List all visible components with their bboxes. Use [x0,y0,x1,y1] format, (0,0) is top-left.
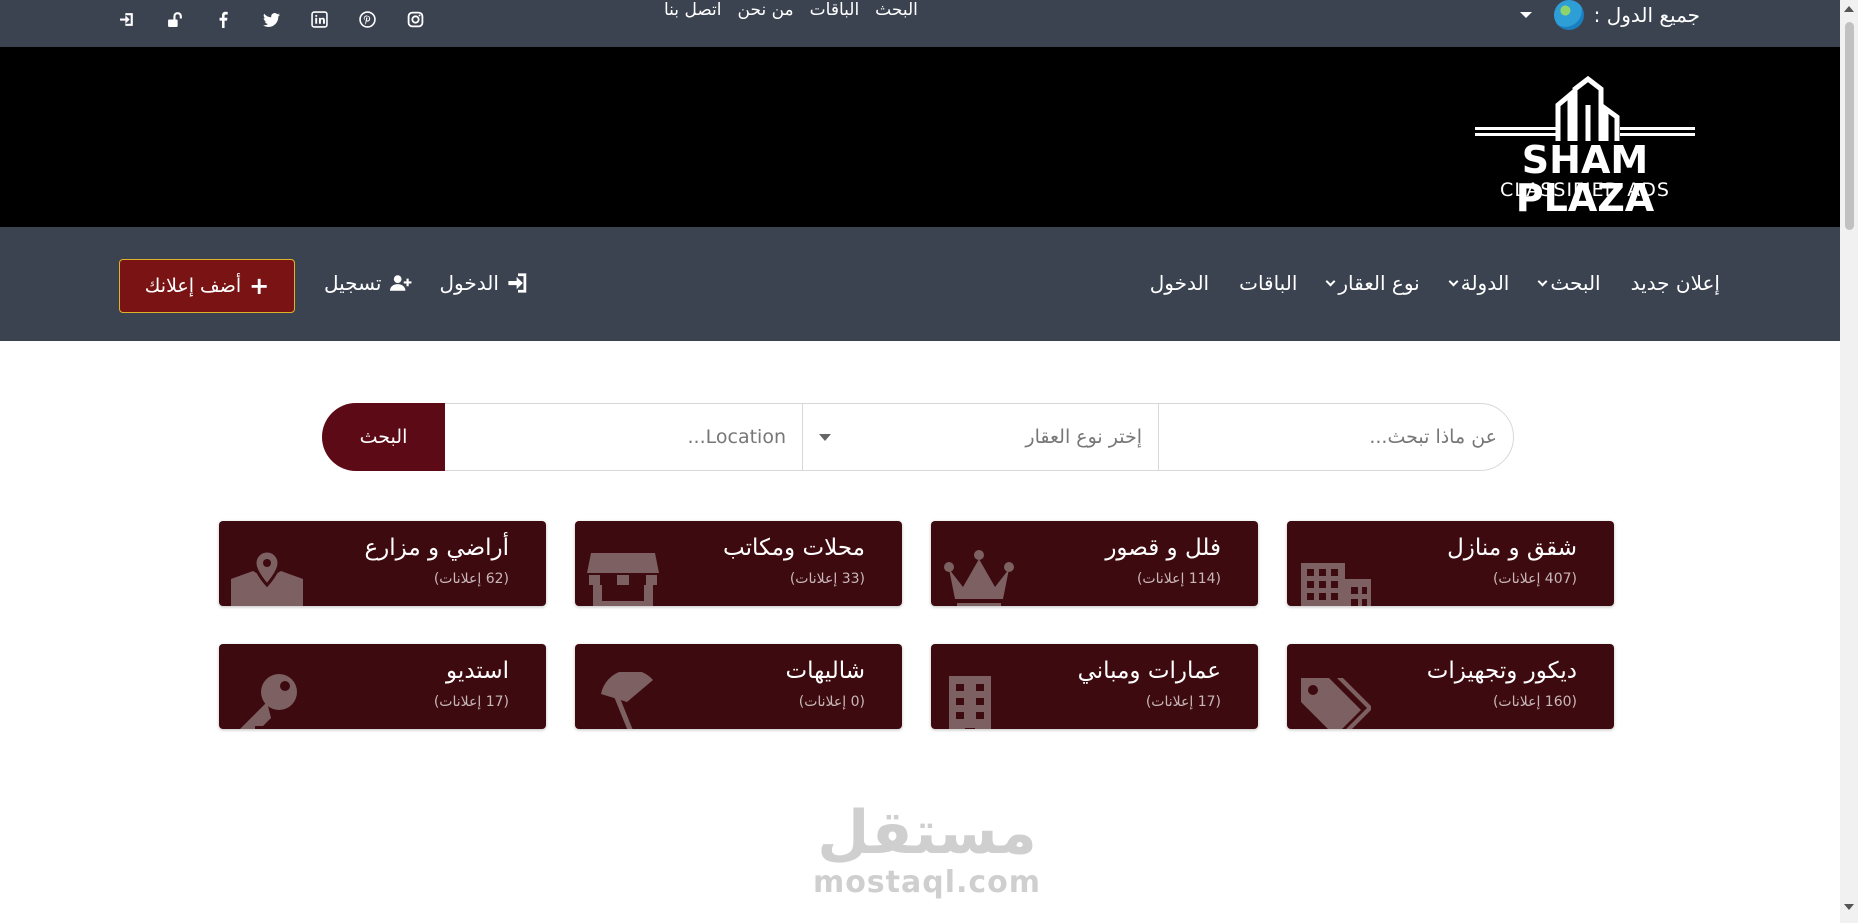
umbrella-beach-icon [587,669,659,729]
chevron-down-icon [819,433,831,441]
nav-item-label: الباقات [1239,271,1298,295]
category-count: (17 إعلانات) [1145,694,1221,710]
store-icon [587,549,659,606]
country-selector[interactable]: جميع الدول : [1519,0,1700,30]
category-card-buildings[interactable]: عمارات ومباني (17 إعلانات) [931,644,1258,729]
login-link[interactable]: الدخول [440,271,529,295]
crown-icon [943,549,1015,606]
office-building-icon [943,672,1015,729]
category-card-decor[interactable]: ديكور وتجهيزات (160 إعلانات) [1287,644,1614,729]
mostaql-watermark: مستقل mostaql.com [812,800,1042,900]
category-count: (62 إعلانات) [433,571,509,587]
category-card-villas[interactable]: فلل و قصور (114 إعلانات) [931,521,1258,606]
user-plus-icon [389,275,411,291]
page-scrollbar[interactable] [1840,0,1858,923]
location-placeholder: Location... [687,426,787,448]
search-bar: عن ماذا تبحث... إختر نوع العقار Location… [322,403,1514,471]
top-link-search[interactable]: البحث [875,0,918,22]
facebook-icon[interactable] [214,10,232,28]
category-card-chalets[interactable]: شاليهات (0 إعلانات) [575,644,902,729]
category-count: (17 إعلانات) [433,694,509,710]
logo-subtitle: CLASSIFIED ADS [1500,179,1670,201]
category-name: أراضي و مزارع [364,535,509,561]
nav-menu: إعلان جديد البحث الدولة نوع العقار الباق… [1150,271,1720,295]
nav-item-label: نوع العقار [1338,271,1420,295]
nav-item-label: البحث [1550,271,1601,295]
globe-icon [1553,0,1584,30]
register-link[interactable]: تسجيل [324,271,412,295]
category-count: (160 إعلانات) [1492,694,1577,710]
tags-icon [1299,672,1373,729]
category-card-studio[interactable]: استديو (17 إعلانات) [219,644,546,729]
nav-item-login[interactable]: الدخول [1150,271,1209,295]
category-card-shops[interactable]: محلات ومكاتب (33 إعلانات) [575,521,902,606]
category-count: (0 إعلانات) [798,694,865,710]
top-link-contact[interactable]: اتصل بنا [664,0,722,22]
nav-item-property-type[interactable]: نوع العقار [1325,271,1420,295]
location-input[interactable]: Location... [446,404,802,470]
building-icon [1299,549,1371,606]
category-count: (407 إعلانات) [1492,571,1577,587]
header-banner: SHAM PLAZA CLASSIFIED ADS [0,47,1840,227]
scroll-down-arrow-icon[interactable] [1844,904,1854,910]
nav-item-label: إعلان جديد [1630,271,1720,295]
map-icon [231,549,303,606]
category-name: محلات ومكاتب [723,535,865,561]
login-label: الدخول [439,271,499,295]
key-icon [231,672,303,729]
category-name: شاليهات [785,658,866,684]
sign-in-icon[interactable] [118,10,136,28]
nav-item-label: الدولة [1460,271,1510,295]
unlock-icon[interactable] [166,10,184,28]
category-name: استديو [446,658,509,684]
search-keyword-input[interactable]: عن ماذا تبحث... [1158,404,1513,470]
scrollbar-thumb[interactable] [1845,22,1854,230]
nav-item-packages[interactable]: الباقات [1239,271,1297,295]
nav-item-country[interactable]: الدولة [1448,271,1510,295]
category-count: (33 إعلانات) [789,571,865,587]
category-count: (114 إعلانات) [1136,571,1221,587]
top-bar: جميع الدول : البحث الباقات من نحن اتصل ب… [0,0,1840,47]
nav-item-label: الدخول [1149,271,1210,295]
main-navbar: إعلان جديد البحث الدولة نوع العقار الباق… [0,227,1840,341]
register-label: تسجيل [324,271,382,295]
top-link-about[interactable]: من نحن [738,0,794,22]
type-placeholder: إختر نوع العقار [1025,426,1142,448]
site-logo[interactable]: SHAM PLAZA CLASSIFIED ADS [1455,75,1715,217]
nav-item-search[interactable]: البحث [1537,271,1601,295]
watermark-latin: mostaql.com [812,865,1042,900]
nav-item-new-listing[interactable]: إعلان جديد [1631,271,1720,295]
auth-links: الدخول تسجيل [324,271,529,295]
category-card-lands[interactable]: أراضي و مزارع (62 إعلانات) [219,521,546,606]
category-name: عمارات ومباني [1077,658,1221,684]
country-label: جميع الدول : [1593,3,1700,27]
sign-in-icon [508,273,527,293]
chevron-down-icon [1448,276,1459,286]
property-type-select[interactable]: إختر نوع العقار [802,404,1158,470]
chevron-down-icon [1325,276,1336,286]
scroll-up-arrow-icon[interactable] [1844,6,1854,12]
pinterest-icon[interactable] [358,10,376,28]
top-link-packages[interactable]: الباقات [810,0,860,22]
category-name: ديكور وتجهيزات [1426,658,1577,684]
social-links [118,10,424,28]
category-name: فلل و قصور [1105,535,1221,561]
instagram-icon[interactable] [406,10,424,28]
linkedin-icon[interactable] [310,10,328,28]
twitter-icon[interactable] [262,10,280,28]
keyword-placeholder: عن ماذا تبحث... [1369,426,1497,448]
chevron-down-icon [1519,12,1532,18]
top-links: البحث الباقات من نحن اتصل بنا [664,0,918,22]
category-card-apartments[interactable]: شقق و منازل (407 إعلانات) [1287,521,1614,606]
building-logo-icon [1475,75,1695,141]
chevron-down-icon [1537,276,1548,286]
category-name: شقق و منازل [1447,535,1577,561]
add-listing-button[interactable]: + أضف إعلانك [119,259,295,313]
search-button[interactable]: البحث [322,403,445,471]
add-listing-label: أضف إعلانك [144,275,242,297]
watermark-arabic: مستقل [817,798,1037,868]
plus-icon: + [249,272,270,300]
